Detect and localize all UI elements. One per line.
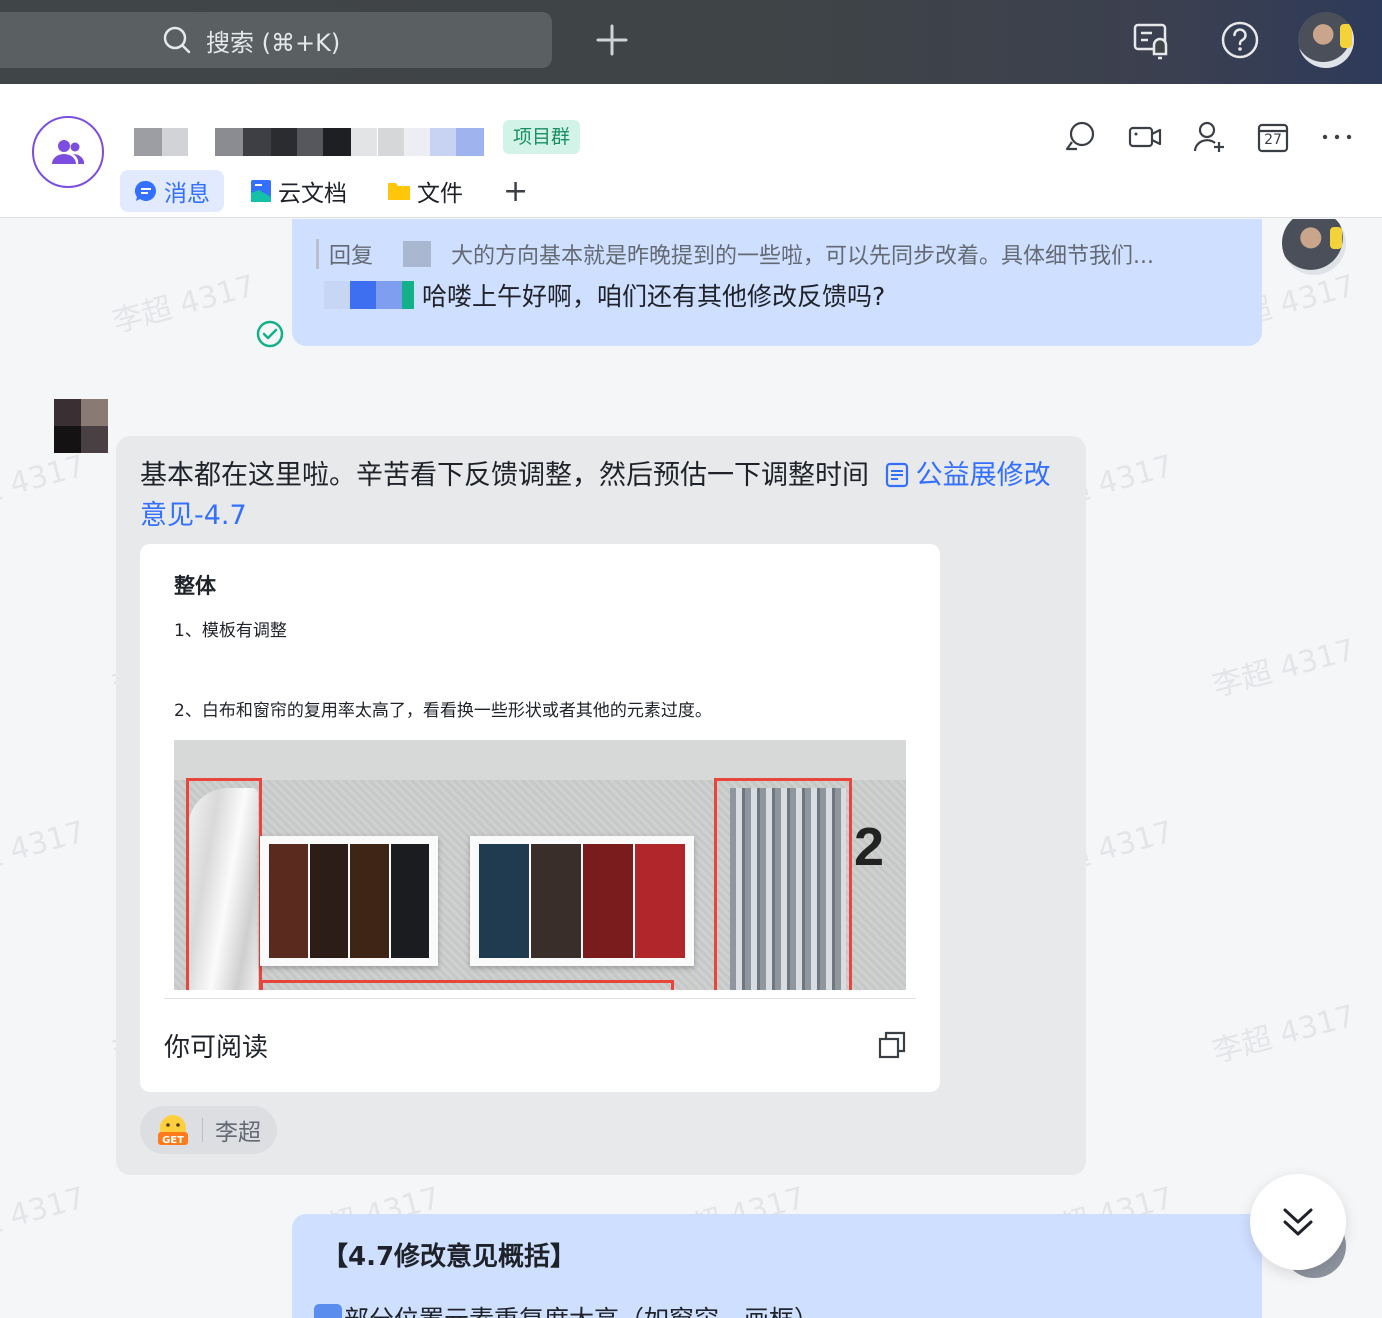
watermark: 李超 4317 [1208, 998, 1359, 1071]
top-bar: 搜索 (⌘+K) [0, 0, 1382, 84]
more-icon[interactable] [1320, 120, 1354, 154]
my-message-bubble[interactable]: 回复 大的方向基本就是昨晚提到的一些啦，可以先同步改着。具体细节我们... 哈喽… [292, 219, 1262, 346]
highlight-frame-bottom [260, 980, 674, 990]
message-icon [134, 180, 156, 201]
other-message-text: 基本都在这里啦。辛苦看下反馈调整，然后预估一下调整时间 [140, 460, 869, 491]
doc-preview-card[interactable]: 整体 1、模板有调整 2、白布和窗帘的复用率太高了，看看换一些形状或者其他的元素… [140, 544, 940, 1092]
reply-prefix: 回复 [329, 244, 374, 269]
blurred-mention [324, 281, 414, 309]
tab-label: 云文档 [278, 181, 347, 207]
calendar-icon[interactable]: 27 [1256, 120, 1290, 154]
folder-icon [388, 183, 410, 200]
reaction-separator [202, 1118, 203, 1142]
group-icon [52, 140, 84, 164]
watermark: 李超 4317 [0, 1180, 89, 1253]
sender-avatar[interactable] [54, 399, 108, 453]
search-placeholder: 搜索 (⌘+K) [206, 28, 341, 57]
summary-line-text: 部分位置元素重复度太高（如窗帘、画框） [344, 1300, 819, 1318]
add-member-icon[interactable] [1192, 120, 1226, 154]
group-name-blurred-1 [134, 128, 188, 156]
reply-quote[interactable]: 回复 大的方向基本就是昨晚提到的一些啦，可以先同步改着。具体细节我们... [316, 239, 1154, 269]
summary-line: 部分位置元素重复度太高（如窗帘、画框） [314, 1300, 819, 1318]
poster-frame-1 [260, 836, 438, 966]
tab-cloud-docs[interactable]: 云文档 [236, 170, 361, 212]
highlight-frame-right [714, 778, 852, 990]
my-message-bubble-2[interactable]: 【4.7修改意见概括】 部分位置元素重复度太高（如窗帘、画框） [292, 1214, 1262, 1318]
tab-label: 消息 [164, 181, 210, 207]
add-tab-label: + [503, 173, 529, 209]
double-chevron-down-icon [1283, 1208, 1313, 1236]
cloud-doc-icon [251, 180, 271, 202]
my-avatar[interactable] [1282, 219, 1346, 275]
tab-label: 文件 [417, 181, 463, 207]
message-list[interactable]: 李超 4317 李超 4317 李超 4317 李超 4317 李超 4317 … [0, 219, 1382, 1318]
search-icon [163, 26, 191, 54]
doc-heading: 整体 [174, 574, 216, 598]
project-group-tag: 项目群 [503, 120, 581, 154]
doc-link-icon [885, 462, 908, 488]
group-name-blurred-2 [215, 128, 377, 156]
my-message-text-row: 哈喽上午好啊，咱们还有其他修改反馈吗? [324, 277, 885, 313]
doc-preview-image: 2 [174, 740, 906, 990]
scroll-to-bottom-button[interactable] [1250, 1174, 1346, 1270]
summary-title: 【4.7修改意见概括】 [322, 1242, 577, 1272]
calendar-day: 27 [1264, 132, 1282, 148]
user-avatar[interactable] [1298, 12, 1354, 68]
chat-tabs: 消息 云文档 文件 + [120, 170, 554, 212]
doc-permission-text: 你可阅读 [164, 1033, 269, 1063]
other-message-text-block: 基本都在这里啦。辛苦看下反馈调整，然后预估一下调整时间 公益展修改意见-4.7 [140, 456, 1060, 536]
group-avatar[interactable] [32, 116, 104, 188]
tab-files[interactable]: 文件 [373, 170, 477, 212]
get-emoji-icon: GET [158, 1115, 188, 1146]
watermark: 李超 4317 [108, 268, 259, 341]
help-icon[interactable] [1220, 20, 1260, 60]
reaction-user: 李超 [215, 1120, 261, 1146]
tab-messages[interactable]: 消息 [120, 170, 224, 212]
blurred-name [403, 241, 432, 267]
reaction-chip[interactable]: GET 李超 [140, 1106, 277, 1154]
svg-text:GET: GET [162, 1135, 184, 1146]
page-number-mark: 2 [854, 817, 885, 877]
group-name-blurred-3 [378, 128, 484, 156]
reply-quote-text: 大的方向基本就是昨晚提到的一些啦，可以先同步改着。具体细节我们... [451, 244, 1154, 269]
doc-item-2: 2、白布和窗帘的复用率太高了，看看换一些形状或者其他的元素过度。 [174, 701, 712, 721]
highlight-frame-left [186, 778, 262, 990]
keycap-icon [314, 1304, 342, 1318]
chat-search-icon[interactable] [1064, 120, 1098, 154]
my-message-text: 哈喽上午好啊，咱们还有其他修改反馈吗? [422, 282, 886, 311]
doc-item-1: 1、模板有调整 [174, 621, 287, 641]
notification-icon[interactable] [1132, 20, 1172, 60]
search-box[interactable]: 搜索 (⌘+K) [0, 12, 552, 68]
watermark: 李超 4317 [0, 814, 89, 887]
doc-card-footer: 你可阅读 [164, 998, 916, 1092]
video-call-icon[interactable] [1128, 120, 1162, 154]
poster-frame-2 [470, 836, 694, 966]
watermark: 李超 4317 [1208, 632, 1359, 705]
chat-header: 项目群 27 消息 云文档 文件 + [0, 84, 1382, 218]
copy-icon[interactable] [878, 1031, 906, 1059]
add-tab-button[interactable]: + [489, 170, 542, 212]
plus-icon[interactable] [594, 22, 630, 58]
other-message-bubble[interactable]: 基本都在这里啦。辛苦看下反馈调整，然后预估一下调整时间 公益展修改意见-4.7 … [116, 436, 1086, 1175]
read-check-icon [256, 320, 284, 348]
